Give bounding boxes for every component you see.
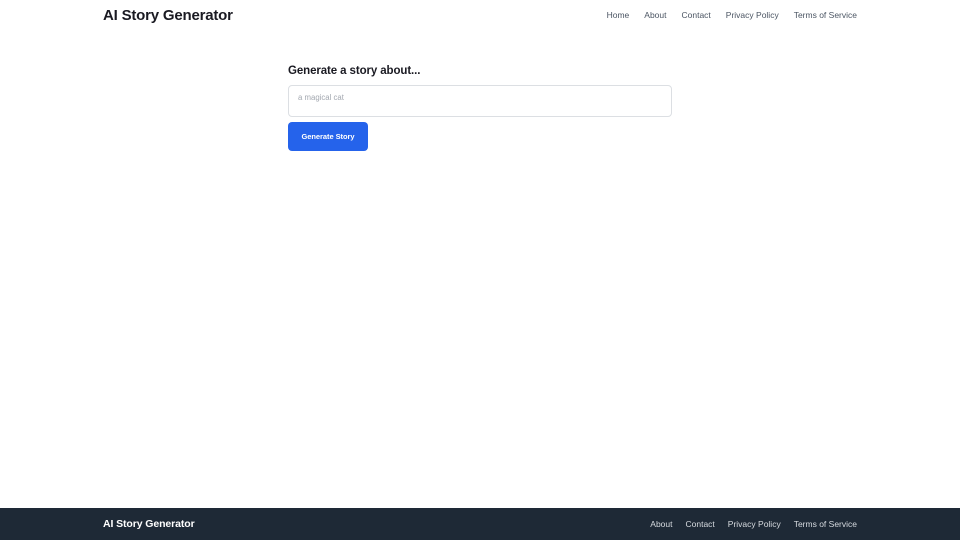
footer-link-contact[interactable]: Contact bbox=[686, 520, 715, 529]
footer-link-privacy-policy[interactable]: Privacy Policy bbox=[728, 520, 781, 529]
site-brand-title: AI Story Generator bbox=[103, 7, 233, 24]
story-prompt-label: Generate a story about... bbox=[288, 65, 672, 77]
footer-link-terms-of-service[interactable]: Terms of Service bbox=[794, 520, 857, 529]
story-prompt-input[interactable] bbox=[288, 85, 672, 117]
footer-navigation: About Contact Privacy Policy Terms of Se… bbox=[650, 520, 857, 529]
nav-link-home[interactable]: Home bbox=[607, 11, 630, 20]
site-footer: AI Story Generator About Contact Privacy… bbox=[0, 508, 960, 540]
footer-link-about[interactable]: About bbox=[650, 520, 672, 529]
main-navigation: Home About Contact Privacy Policy Terms … bbox=[607, 11, 857, 20]
story-generator-form: Generate a story about... Generate Story bbox=[288, 65, 672, 151]
nav-link-contact[interactable]: Contact bbox=[682, 11, 711, 20]
footer-brand-title: AI Story Generator bbox=[103, 518, 195, 530]
nav-link-privacy-policy[interactable]: Privacy Policy bbox=[726, 11, 779, 20]
generate-story-button[interactable]: Generate Story bbox=[288, 122, 368, 151]
nav-link-about[interactable]: About bbox=[644, 11, 666, 20]
main-content: Generate a story about... Generate Story bbox=[0, 31, 960, 151]
site-header: AI Story Generator Home About Contact Pr… bbox=[0, 0, 960, 31]
nav-link-terms-of-service[interactable]: Terms of Service bbox=[794, 11, 857, 20]
